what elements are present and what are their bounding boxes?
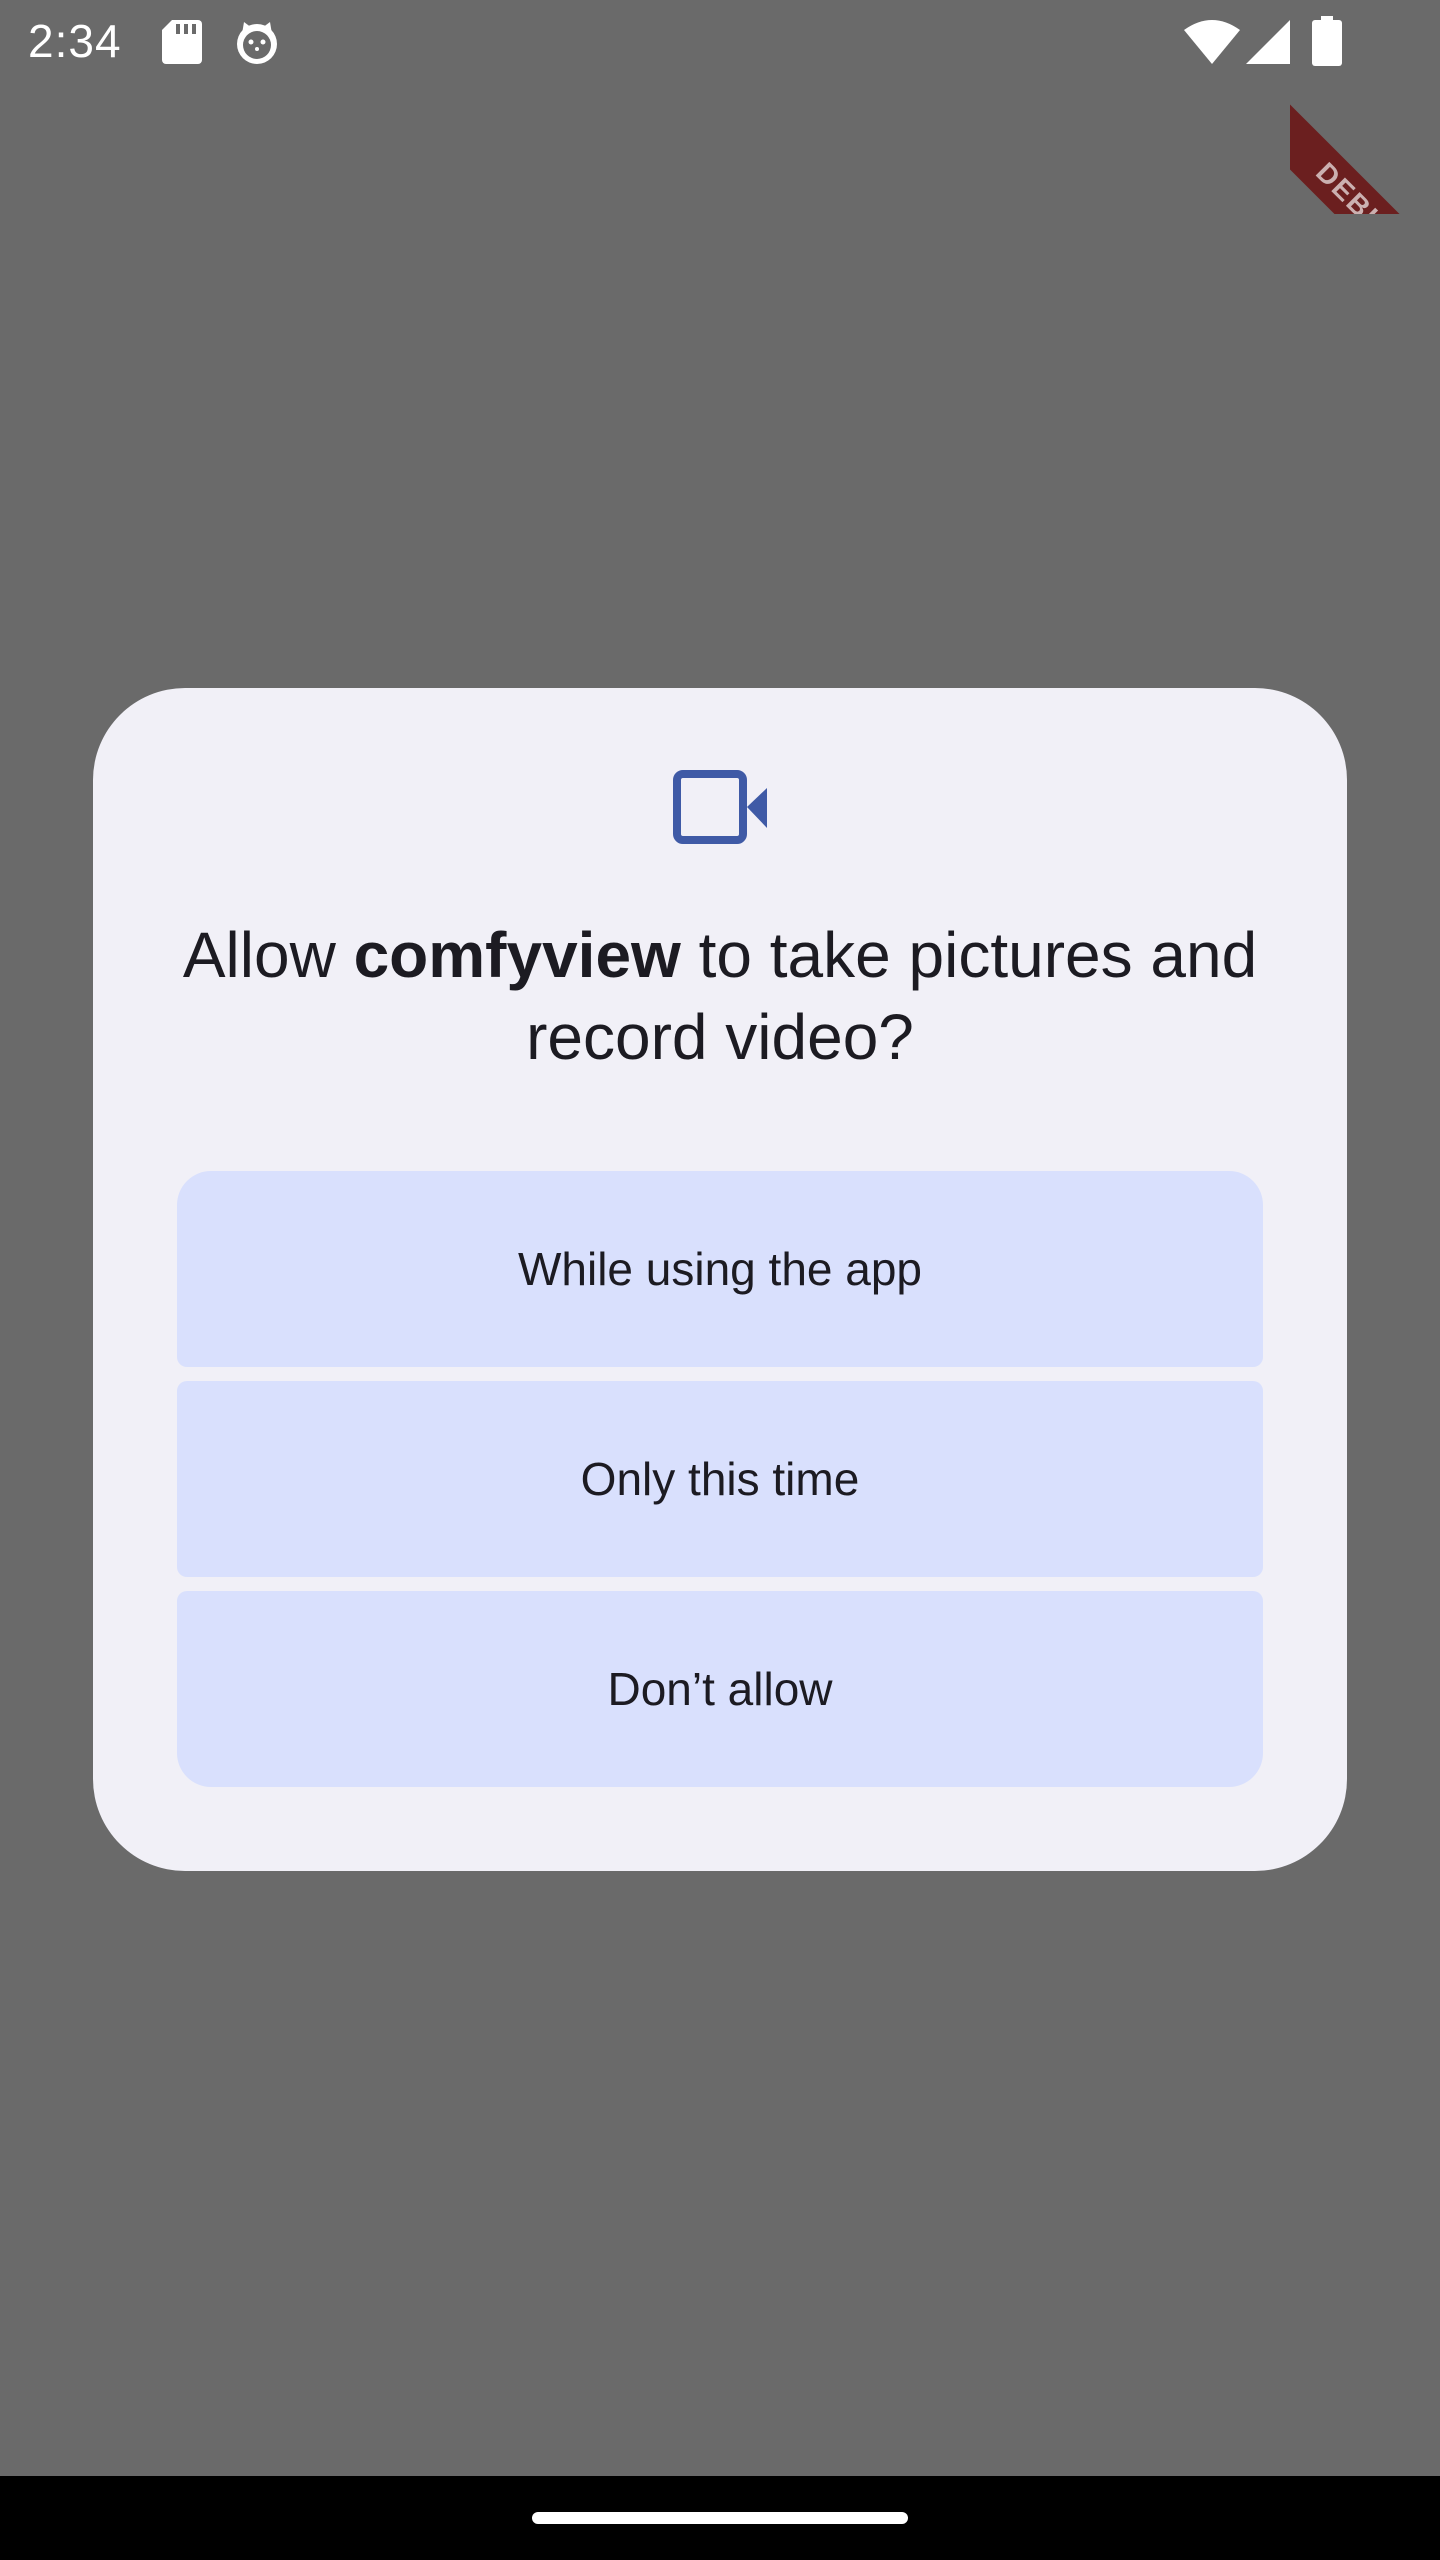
status-bar: 2:34 [0,0,1440,84]
cat-face-icon [237,22,277,64]
dont-allow-button[interactable]: Don’t allow [177,1591,1263,1787]
navigation-bar [0,2476,1440,2560]
battery-icon [1312,16,1342,66]
wifi-icon [1184,20,1240,64]
while-using-app-button[interactable]: While using the app [177,1171,1263,1367]
videocam-icon [673,770,767,844]
only-this-time-button[interactable]: Only this time [177,1381,1263,1577]
debug-banner: DEBUG [1290,84,1440,214]
debug-banner-container: DEBUG [1290,84,1440,214]
cell-signal-icon [1246,20,1290,64]
status-time: 2:34 [28,15,122,67]
app-name: comfyview [353,919,681,991]
home-gesture-handle[interactable] [532,2512,908,2524]
title-prefix: Allow [182,919,354,991]
option-label: While using the app [517,1243,923,1295]
sd-card-icon [162,20,202,64]
option-label: Don’t allow [607,1663,833,1715]
dialog-title: Allow comfyview to take pictures and rec… [153,914,1287,1078]
option-label: Only this time [580,1453,860,1505]
permission-dialog: Allow comfyview to take pictures and rec… [93,688,1347,1871]
